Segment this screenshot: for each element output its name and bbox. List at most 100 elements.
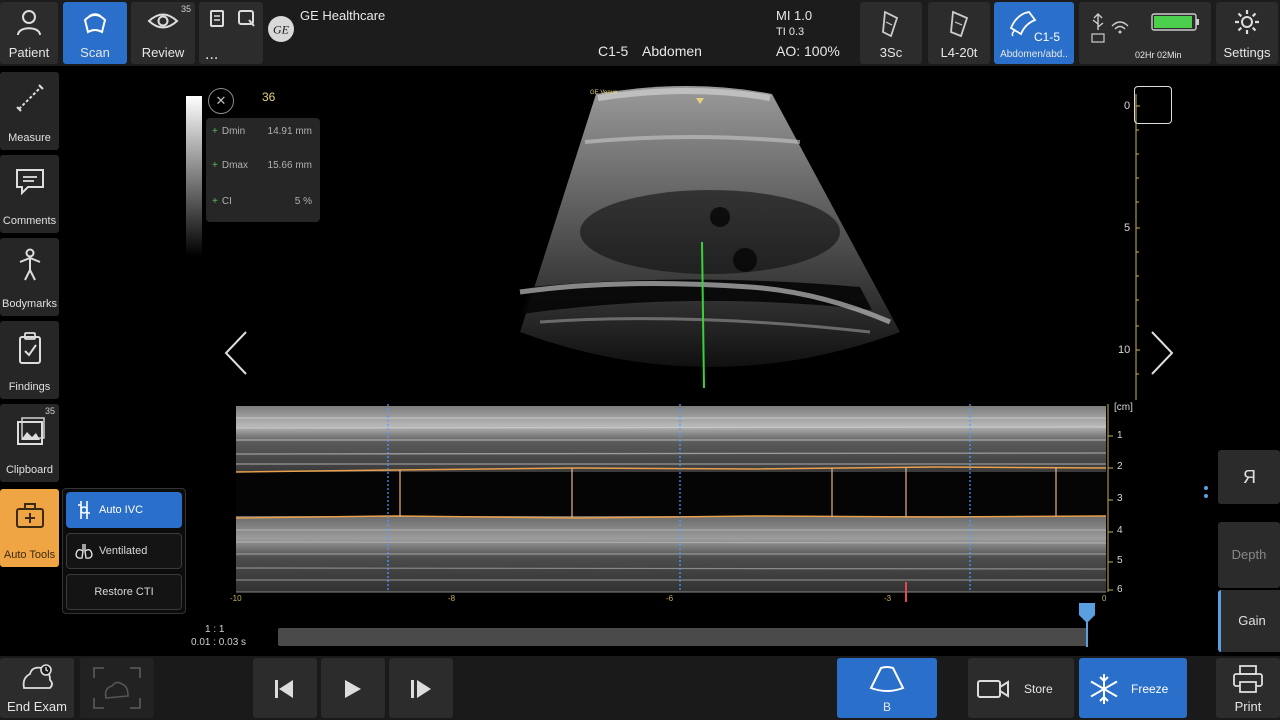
image-gallery-icon bbox=[16, 417, 45, 445]
measurement-row: + Dmax 15.66 mm bbox=[212, 160, 314, 180]
close-icon: ✕ bbox=[215, 93, 227, 108]
m-mode-trace bbox=[236, 404, 1113, 602]
restore-cti-button[interactable]: Restore CTI bbox=[66, 574, 182, 610]
scan-label: Scan bbox=[80, 45, 110, 60]
ge-logo-text: GE bbox=[273, 23, 290, 37]
printer-icon bbox=[1233, 665, 1263, 693]
clipboard-button[interactable]: 35 Clipboard bbox=[0, 404, 59, 482]
lungs-icon bbox=[75, 544, 93, 559]
auto-tools-label: Auto Tools bbox=[3, 549, 56, 561]
measurement-label: Dmin bbox=[221, 126, 246, 137]
comments-button[interactable]: Comments bbox=[0, 155, 59, 233]
reverse-button[interactable]: R bbox=[1218, 450, 1280, 504]
end-exam-label: End Exam bbox=[7, 699, 67, 714]
scan-button[interactable]: Scan bbox=[63, 2, 127, 64]
fullscreen-icon bbox=[93, 667, 141, 709]
auto-ivc-label: Auto IVC bbox=[99, 504, 144, 516]
body-figure-icon bbox=[19, 248, 40, 281]
settings-button[interactable]: Settings bbox=[1216, 2, 1278, 64]
depth-tick-5: 5 bbox=[1124, 222, 1131, 234]
fullscreen-button[interactable] bbox=[80, 658, 154, 718]
top-toolbar: Patient Scan 35 Review ... GE GE Healthc… bbox=[0, 0, 1280, 66]
ventilated-button[interactable]: Ventilated bbox=[66, 533, 182, 569]
comment-icon bbox=[15, 169, 44, 196]
print-label: Print bbox=[1234, 699, 1262, 714]
print-button[interactable]: Print bbox=[1216, 658, 1280, 718]
depth-tick-10: 10 bbox=[1118, 344, 1131, 356]
b-mode-button[interactable]: B bbox=[837, 658, 937, 718]
findings-button[interactable]: Findings bbox=[0, 321, 59, 399]
end-exam-icon bbox=[22, 664, 53, 689]
ao-value: AO: 100% bbox=[776, 43, 840, 59]
bodymarks-button[interactable]: Bodymarks bbox=[0, 238, 59, 316]
freeze-button[interactable]: Freeze bbox=[1079, 658, 1187, 718]
measurement-value: 5 % bbox=[294, 196, 312, 207]
cine-time: 0.01 : 0.03 s bbox=[191, 637, 247, 648]
measure-button[interactable]: Measure bbox=[0, 72, 59, 150]
chevron-left-icon[interactable] bbox=[222, 328, 250, 378]
findings-label: Findings bbox=[8, 381, 51, 393]
freeze-label: Freeze bbox=[1131, 682, 1169, 696]
measurement-label: CI bbox=[221, 196, 232, 207]
page-dot bbox=[1204, 486, 1208, 490]
probe-l420t-label: L4-20t bbox=[940, 45, 978, 60]
measurement-label: Dmax bbox=[221, 160, 248, 171]
mi-value: MI 1.0 bbox=[776, 8, 813, 23]
bottom-toolbar: End Exam B Store Freeze Print bbox=[0, 656, 1280, 720]
probe-c15-title: C1-5 bbox=[1034, 30, 1061, 44]
step-back-icon bbox=[275, 680, 293, 698]
probe-c15-button[interactable]: C1-5 Abdomen/abd.. bbox=[994, 2, 1074, 64]
close-measurement-button[interactable]: ✕ bbox=[208, 88, 234, 114]
play-button[interactable] bbox=[321, 658, 385, 718]
clipboard-search-icon bbox=[210, 10, 255, 27]
sector-icon bbox=[869, 666, 905, 692]
depth-tick-0: 0 bbox=[1124, 100, 1131, 112]
measure-label: Measure bbox=[8, 132, 51, 144]
store-button[interactable]: Store bbox=[968, 658, 1074, 718]
end-exam-button[interactable]: End Exam bbox=[0, 658, 74, 718]
depth-label: Depth bbox=[1231, 547, 1267, 562]
snowflake-icon bbox=[1090, 674, 1118, 704]
plus-icon: + bbox=[212, 160, 218, 171]
time-tick: -8 bbox=[448, 594, 456, 603]
depth-button[interactable]: Depth bbox=[1218, 522, 1280, 588]
review-button[interactable]: 35 Review bbox=[131, 2, 195, 64]
cine-slider-handle[interactable] bbox=[1077, 601, 1097, 647]
plus-icon: + bbox=[212, 196, 218, 207]
more-button[interactable]: ... bbox=[199, 2, 263, 64]
eye-icon bbox=[147, 13, 179, 29]
probe-l420t-button[interactable]: L4-20t bbox=[928, 2, 990, 64]
step-forward-icon bbox=[411, 680, 431, 698]
gain-button[interactable]: Gain bbox=[1218, 590, 1280, 652]
cine-scrollbar[interactable] bbox=[278, 628, 1088, 646]
patient-icon bbox=[17, 10, 41, 36]
auto-tools-button[interactable]: Auto Tools bbox=[0, 489, 59, 567]
b-mode-image: GE Venue bbox=[519, 86, 900, 389]
reverse-label: R bbox=[1242, 467, 1256, 487]
measurement-row: + Dmin 14.91 mm bbox=[212, 126, 314, 146]
toolbox-icon bbox=[15, 503, 44, 528]
play-icon bbox=[345, 680, 361, 698]
probe-3sc-button[interactable]: 3Sc bbox=[860, 2, 922, 64]
frame-number: 36 bbox=[262, 90, 276, 104]
previous-frame-button[interactable] bbox=[253, 658, 317, 718]
page-dot bbox=[1204, 494, 1208, 498]
mmode-unit: [cm] bbox=[1114, 402, 1133, 413]
video-camera-icon bbox=[977, 680, 1009, 698]
patient-button[interactable]: Patient bbox=[0, 2, 58, 64]
linear-probe-icon bbox=[950, 10, 969, 38]
comments-label: Comments bbox=[2, 215, 57, 227]
auto-ivc-button[interactable]: Auto IVC bbox=[66, 492, 182, 528]
usb-wifi-battery-icon bbox=[1091, 13, 1199, 43]
patient-label: Patient bbox=[8, 45, 50, 60]
measurement-value: 15.66 mm bbox=[267, 160, 312, 171]
next-frame-button[interactable] bbox=[389, 658, 453, 718]
zoom-box[interactable] bbox=[1134, 86, 1172, 124]
orientation-mark-text: GE Venue bbox=[590, 90, 618, 96]
chevron-right-icon[interactable] bbox=[1148, 328, 1176, 378]
settings-label: Settings bbox=[1223, 45, 1271, 60]
ge-logo-icon: GE bbox=[268, 16, 294, 42]
ti-value: TI 0.3 bbox=[776, 26, 805, 38]
ivc-icon bbox=[78, 501, 90, 519]
gear-icon bbox=[1235, 10, 1259, 34]
